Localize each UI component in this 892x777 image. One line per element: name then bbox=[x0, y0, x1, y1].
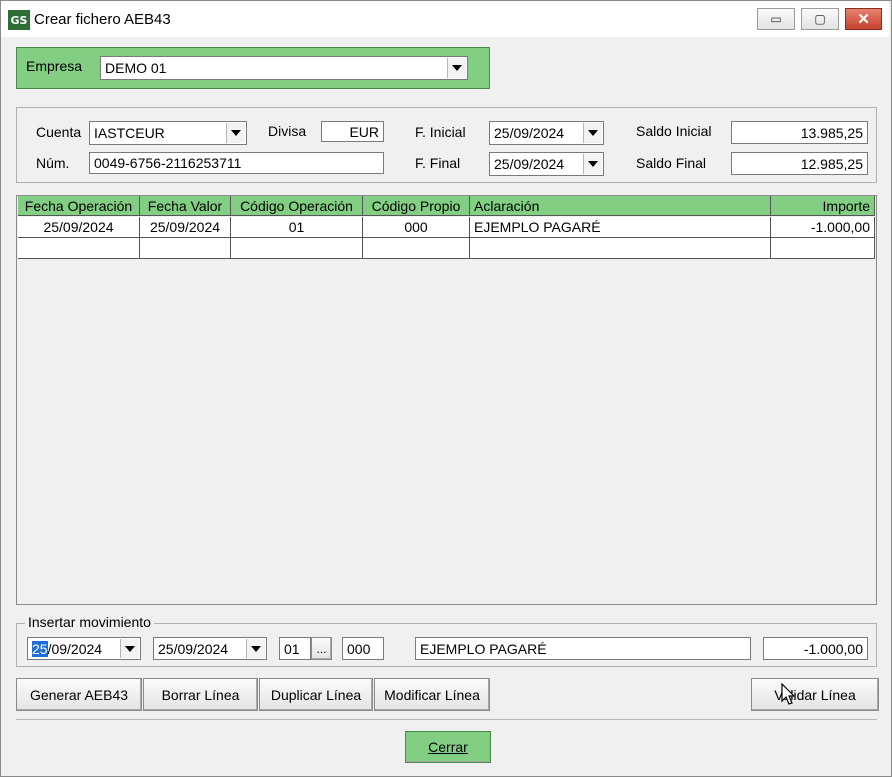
divisa-field[interactable]: EUR bbox=[321, 121, 384, 142]
modificar-label: Modificar Línea bbox=[384, 686, 480, 703]
chevron-down-icon bbox=[251, 645, 261, 652]
generar-label: Generar AEB43 bbox=[29, 686, 129, 703]
chevron-down-icon bbox=[588, 130, 598, 136]
table-cell[interactable]: 000 bbox=[363, 217, 470, 238]
num-label: Núm. bbox=[36, 155, 70, 171]
empresa-label: Empresa bbox=[26, 58, 83, 74]
insert-codigo-operacion-field[interactable]: 01 bbox=[279, 637, 311, 660]
chevron-down-icon bbox=[452, 65, 462, 71]
num-field[interactable]: 0049-6756-2116253711 bbox=[89, 152, 384, 174]
borrar-label: Borrar Línea bbox=[161, 686, 240, 703]
maximize-icon: ▢ bbox=[814, 12, 826, 26]
f-final-dropdown-button[interactable] bbox=[583, 154, 602, 174]
divisa-value: EUR bbox=[349, 123, 379, 140]
table-cell[interactable]: EJEMPLO PAGARÉ bbox=[470, 217, 771, 238]
f-final-label: F. Final bbox=[415, 155, 461, 171]
f-final-picker[interactable]: 25/09/2024 bbox=[489, 152, 604, 176]
empresa-value: DEMO 01 bbox=[105, 60, 167, 76]
duplicar-linea-button[interactable]: Duplicar Línea bbox=[259, 678, 373, 711]
generar-aeb43-button[interactable]: Generar AEB43 bbox=[16, 678, 142, 711]
borrar-linea-button[interactable]: Borrar Línea bbox=[143, 678, 258, 711]
fecha-operacion-dropdown-button[interactable] bbox=[120, 639, 139, 658]
fecha-valor-value: 25/09/2024 bbox=[158, 640, 229, 657]
empty-cell[interactable] bbox=[18, 238, 140, 259]
num-value: 0049-6756-2116253711 bbox=[94, 155, 242, 171]
cuenta-dropdown-button[interactable] bbox=[226, 123, 245, 143]
maximize-button[interactable]: ▢ bbox=[801, 8, 839, 30]
saldo-inicial-field[interactable]: 13.985,25 bbox=[731, 121, 868, 144]
saldo-inicial-label: Saldo Inicial bbox=[636, 123, 712, 139]
insert-fecha-operacion-picker[interactable]: 25/09/2024 bbox=[27, 637, 141, 660]
insert-aclaracion-field[interactable]: EJEMPLO PAGARÉ bbox=[415, 637, 751, 660]
chevron-down-icon bbox=[588, 161, 598, 167]
header-codigo-propio[interactable]: Código Propio bbox=[363, 196, 470, 216]
cerrar-label: Cerrar bbox=[428, 739, 468, 755]
importe-value: -1.000,00 bbox=[803, 640, 863, 657]
header-aclaracion[interactable]: Aclaración bbox=[470, 196, 771, 216]
empresa-dropdown-button[interactable] bbox=[447, 58, 466, 78]
validar-linea-button[interactable]: Validar Línea bbox=[751, 678, 879, 711]
minimize-icon: ▭ bbox=[770, 12, 782, 26]
movements-grid[interactable]: Fecha Operación Fecha Valor Código Opera… bbox=[16, 195, 877, 605]
saldo-final-value: 12.985,25 bbox=[800, 155, 863, 172]
header-fecha-operacion[interactable]: Fecha Operación bbox=[18, 196, 140, 216]
insert-fecha-valor-picker[interactable]: 25/09/2024 bbox=[153, 637, 267, 660]
f-inicial-label: F. Inicial bbox=[415, 124, 466, 140]
f-inicial-picker[interactable]: 25/09/2024 bbox=[489, 121, 604, 145]
codigo-propio-value: 000 bbox=[347, 640, 371, 657]
codigo-lookup-button[interactable]: ... bbox=[311, 637, 332, 660]
mouse-cursor-icon bbox=[781, 683, 796, 705]
f-inicial-value: 25/09/2024 bbox=[494, 125, 565, 141]
table-cell[interactable]: -1.000,00 bbox=[771, 217, 875, 238]
cuenta-value: IASTCEUR bbox=[94, 125, 165, 141]
table-cell[interactable]: 01 bbox=[231, 217, 363, 238]
window-title: Crear fichero AEB43 bbox=[34, 11, 171, 28]
saldo-final-label: Saldo Final bbox=[636, 155, 707, 171]
chevron-down-icon bbox=[125, 645, 135, 652]
header-importe[interactable]: Importe bbox=[771, 196, 875, 216]
insert-legend: Insertar movimiento bbox=[25, 614, 154, 630]
fecha-valor-dropdown-button[interactable] bbox=[246, 639, 265, 658]
codigo-op-value: 01 bbox=[284, 640, 300, 657]
close-button[interactable]: ✕ bbox=[845, 8, 882, 30]
insert-importe-field[interactable]: -1.000,00 bbox=[763, 637, 868, 660]
selected-text: 25 bbox=[32, 640, 48, 657]
cerrar-button[interactable]: Cerrar bbox=[405, 731, 491, 763]
table-cell[interactable]: 25/09/2024 bbox=[18, 217, 140, 238]
cuenta-select[interactable]: IASTCEUR bbox=[89, 121, 247, 145]
empty-cell[interactable] bbox=[470, 238, 771, 259]
header-codigo-operacion[interactable]: Código Operación bbox=[231, 196, 363, 216]
cuenta-label: Cuenta bbox=[36, 124, 82, 140]
modificar-linea-button[interactable]: Modificar Línea bbox=[374, 678, 490, 711]
f-final-value: 25/09/2024 bbox=[494, 156, 565, 172]
divider bbox=[16, 719, 877, 720]
insert-codigo-propio-field[interactable]: 000 bbox=[342, 637, 384, 660]
empty-cell[interactable] bbox=[231, 238, 363, 259]
empty-cell[interactable] bbox=[771, 238, 875, 259]
divisa-label: Divisa bbox=[268, 123, 307, 139]
minimize-button[interactable]: ▭ bbox=[757, 8, 795, 30]
empty-cell[interactable] bbox=[363, 238, 470, 259]
saldo-inicial-value: 13.985,25 bbox=[800, 124, 863, 141]
duplicar-label: Duplicar Línea bbox=[270, 686, 362, 703]
header-fecha-valor[interactable]: Fecha Valor bbox=[140, 196, 231, 216]
table-cell[interactable]: 25/09/2024 bbox=[140, 217, 231, 238]
empresa-select[interactable]: DEMO 01 bbox=[100, 56, 468, 80]
ellipsis-icon: ... bbox=[316, 641, 327, 656]
app-icon: GS bbox=[8, 10, 30, 30]
f-inicial-dropdown-button[interactable] bbox=[583, 123, 602, 143]
saldo-final-field[interactable]: 12.985,25 bbox=[731, 152, 868, 175]
aclaracion-value: EJEMPLO PAGARÉ bbox=[420, 640, 547, 657]
fecha-op-rest: /09/2024 bbox=[47, 640, 103, 657]
chevron-down-icon bbox=[231, 130, 241, 136]
empty-cell[interactable] bbox=[140, 238, 231, 259]
close-icon: ✕ bbox=[857, 11, 870, 28]
